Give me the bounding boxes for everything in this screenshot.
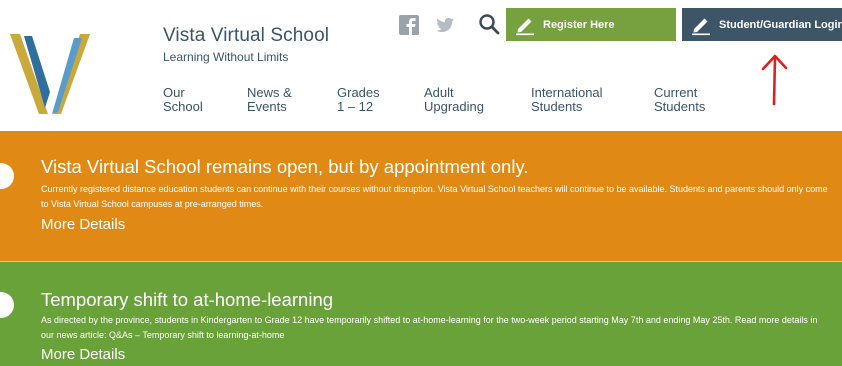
nav-label-line1: Our — [163, 85, 185, 100]
nav-international-students[interactable]: International Students — [531, 86, 603, 114]
nav-grades[interactable]: Grades 1 – 12 — [337, 86, 380, 114]
site-tagline: Learning Without Limits — [163, 50, 289, 64]
student-guardian-login-button[interactable]: Student/Guardian Login — [682, 8, 842, 41]
nav-label-line1: News & — [247, 85, 292, 100]
banner-body: Currently registered distance education … — [41, 184, 828, 209]
nav-label-line2: 1 – 12 — [337, 99, 374, 114]
nav-news-events[interactable]: News & Events — [247, 86, 292, 114]
red-arrow-icon — [761, 54, 788, 106]
pencil-icon — [692, 18, 710, 35]
facebook-icon[interactable] — [398, 14, 420, 36]
nav-label-line2: Students — [654, 99, 706, 114]
register-button[interactable]: Register Here — [506, 8, 676, 41]
nav-label-line1: Adult — [424, 85, 454, 100]
nav-our-school[interactable]: Our School — [163, 86, 203, 114]
slider-control[interactable] — [0, 163, 14, 189]
nav-current-students[interactable]: Current Students — [654, 86, 705, 114]
nav-label-line2: Students — [531, 99, 583, 114]
nav-label-line1: Current — [654, 85, 698, 100]
search-icon[interactable] — [477, 12, 501, 36]
nav-label-line2: School — [163, 99, 203, 114]
nav-adult-upgrading[interactable]: Adult Upgrading — [424, 86, 484, 114]
site-header: Vista Virtual School Learning Without Li… — [0, 0, 842, 131]
more-details-link[interactable]: More Details — [41, 346, 125, 363]
twitter-icon[interactable] — [434, 14, 456, 36]
nav-label-line2: Events — [247, 99, 287, 114]
login-label: Student/Guardian Login — [719, 18, 842, 31]
announcement-banner-at-home-learning: Temporary shift to at-home-learning As d… — [0, 262, 842, 366]
announcement-banner-open-by-appointment: Vista Virtual School remains open, but b… — [0, 131, 842, 261]
banner-title: Vista Virtual School remains open, but b… — [41, 156, 529, 177]
pencil-icon — [516, 18, 534, 35]
nav-label-line1: International — [531, 85, 603, 100]
nav-label-line2: Upgrading — [424, 99, 484, 114]
more-details-link[interactable]: More Details — [41, 216, 125, 233]
banner-title: Temporary shift to at-home-learning — [41, 289, 334, 310]
v-logo-icon[interactable] — [8, 30, 92, 116]
slider-control[interactable] — [0, 292, 14, 318]
banner-body: As directed by the province, students in… — [41, 315, 818, 340]
register-label: Register Here — [543, 18, 615, 31]
site-name[interactable]: Vista Virtual School — [163, 25, 329, 47]
nav-label-line1: Grades — [337, 85, 380, 100]
